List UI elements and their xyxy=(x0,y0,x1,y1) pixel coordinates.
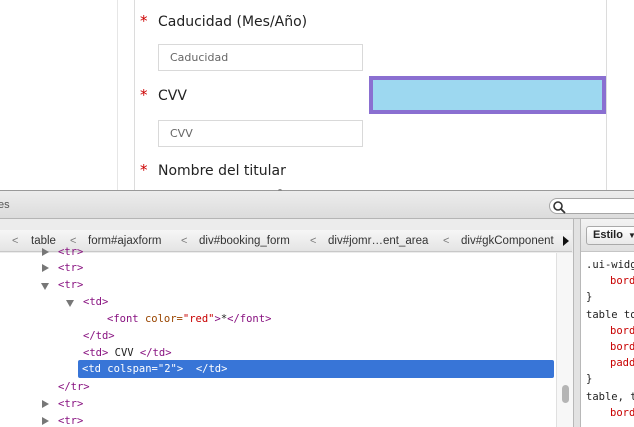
css-selector[interactable]: table, t xyxy=(586,391,634,403)
css-property[interactable]: bord xyxy=(610,325,634,337)
expand-triangle-icon[interactable] xyxy=(42,417,49,425)
page-column-border xyxy=(117,0,118,190)
dom-node-tag: <tr> xyxy=(58,398,84,410)
css-selector[interactable]: table to xyxy=(586,309,634,321)
dom-node-row[interactable]: <tr> xyxy=(0,260,556,277)
dom-node-row[interactable]: <font color="red">*</font> xyxy=(0,311,556,328)
css-brace: } xyxy=(586,291,593,303)
css-property[interactable]: bord xyxy=(610,407,634,419)
panel-splitter[interactable] xyxy=(573,219,581,427)
toolbar-partial-label[interactable]: es xyxy=(0,199,10,211)
expand-triangle-icon[interactable] xyxy=(42,248,49,256)
dom-node-font: <font color="red">*</font> xyxy=(107,313,272,325)
expiry-input[interactable]: Caducidad xyxy=(158,44,363,71)
dom-node-tag: <tr> xyxy=(58,279,84,291)
dom-tree-scrollbar[interactable] xyxy=(556,253,573,427)
dom-node-tag: <tr> xyxy=(58,246,84,258)
required-asterisk: * xyxy=(140,161,148,179)
dom-node-row[interactable]: <tr> xyxy=(0,244,556,261)
inspector-toolbar: es xyxy=(0,191,634,219)
scrollbar-thumb[interactable] xyxy=(562,385,569,403)
required-asterisk: * xyxy=(140,86,148,104)
web-page: * Caducidad (Mes/Año) Caducidad * CVV CV… xyxy=(0,0,634,190)
search-field[interactable] xyxy=(549,198,634,214)
form-right-border xyxy=(606,0,607,190)
styles-sidebar: Estilo ▼ .ui-widg bord } table to bord b… xyxy=(581,219,634,427)
css-property[interactable]: bord xyxy=(610,275,634,287)
dom-node-td-colspan: <td colspan="2"> </td> xyxy=(82,363,228,375)
dom-node-tag: <tr> xyxy=(58,415,84,427)
web-inspector: es < table < form#ajaxform < div#booking… xyxy=(0,189,634,427)
styles-tab-label: Estilo xyxy=(593,229,623,241)
expiry-placeholder: Caducidad xyxy=(170,51,229,64)
dom-node-row[interactable]: </tr> xyxy=(0,379,556,396)
collapse-triangle-icon[interactable] xyxy=(66,300,74,307)
chevron-down-icon: ▼ xyxy=(628,231,634,240)
dom-node-row[interactable]: <tr> xyxy=(0,413,556,427)
cvv-placeholder: CVV xyxy=(170,127,193,140)
expiry-label: Caducidad (Mes/Año) xyxy=(158,14,308,30)
expand-triangle-icon[interactable] xyxy=(42,400,49,408)
inspected-element-highlight xyxy=(369,76,606,114)
dom-node-row[interactable]: <tr> xyxy=(0,396,556,413)
breadcrumb-overflow-arrow-icon[interactable] xyxy=(563,236,569,246)
expand-triangle-icon[interactable] xyxy=(42,264,49,272)
cvv-label: CVV xyxy=(158,88,187,104)
holder-name-label: Nombre del titular xyxy=(158,163,286,179)
css-property[interactable]: bord xyxy=(610,341,634,353)
dom-node-row[interactable]: <td> xyxy=(0,294,556,311)
search-icon xyxy=(553,201,566,214)
css-selector[interactable]: .ui-widg xyxy=(586,259,634,271)
dom-node-tag: </tr> xyxy=(58,381,90,393)
css-brace: } xyxy=(586,373,593,385)
cvv-input[interactable]: CVV xyxy=(158,120,363,147)
dom-node-tag: </td> xyxy=(83,330,115,342)
dom-node-tag: <tr> xyxy=(58,262,84,274)
dom-node-tag: <td> xyxy=(83,296,109,308)
required-asterisk: * xyxy=(140,12,148,30)
styles-header: Estilo ▼ xyxy=(581,219,634,252)
collapse-triangle-icon[interactable] xyxy=(41,283,49,290)
dom-node-row-selected[interactable]: <td colspan="2"> </td> xyxy=(78,360,554,378)
dom-node-row[interactable]: </td> xyxy=(0,328,556,345)
dom-node-row[interactable]: <tr> xyxy=(0,277,556,294)
dom-node-td-cvv: <td> CVV </td> xyxy=(83,347,172,359)
dom-tree: <tr> <tr> <tr> <td> <font color="red">*<… xyxy=(0,246,556,427)
styles-tab-dropdown[interactable]: Estilo ▼ xyxy=(586,226,634,245)
css-property[interactable]: padd xyxy=(610,357,634,369)
form-left-border xyxy=(134,0,135,190)
